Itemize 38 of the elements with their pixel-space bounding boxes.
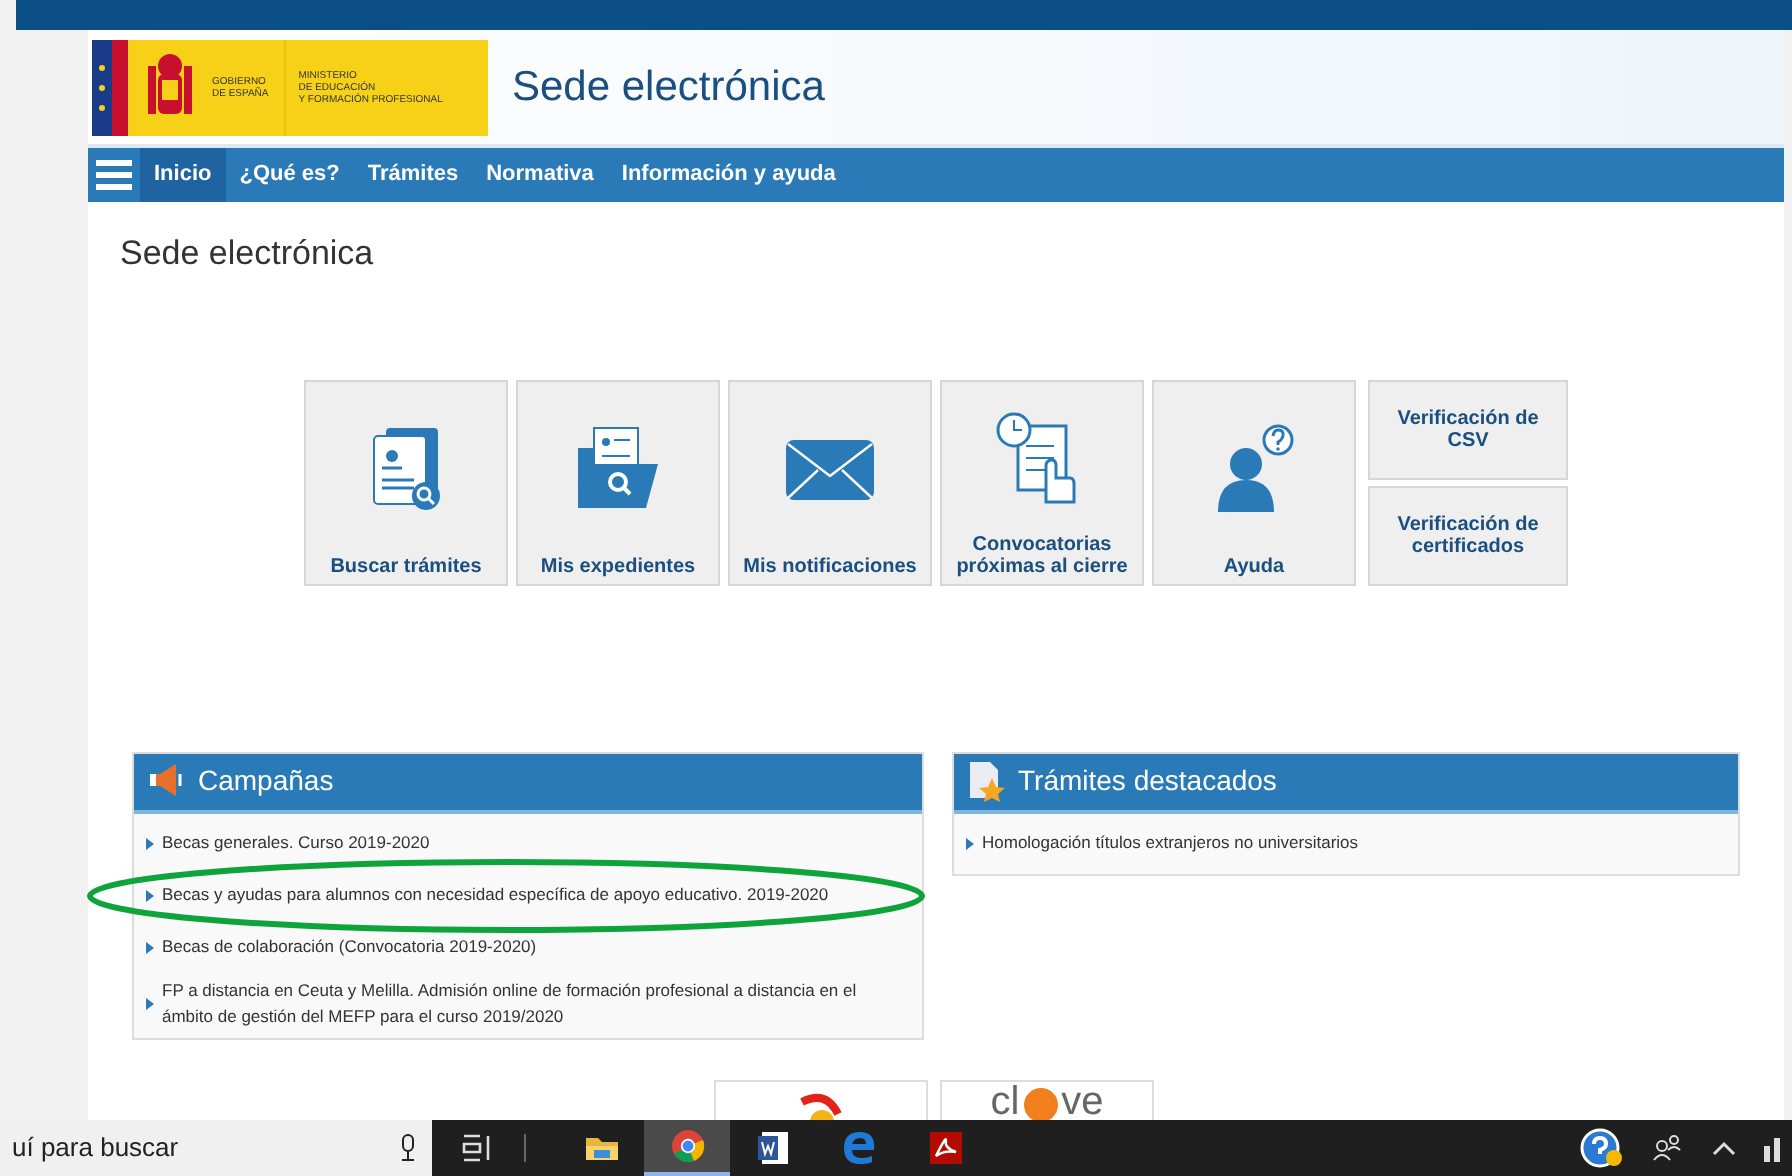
nav-tab[interactable]: Normativa [472,148,608,202]
tile-button[interactable]: Ayuda [1152,379,1356,585]
panel-title: Trámites destacados [1018,762,1277,800]
chrome-icon [667,1126,707,1166]
bullet-icon [146,997,154,1009]
clave-logo: cl ve [940,1080,1154,1120]
nav-tab[interactable]: Información y ayuda [607,148,850,202]
network-icon[interactable] [1764,1134,1780,1162]
verification-button[interactable]: Verificación de certificados [1368,485,1568,585]
people-icon[interactable] [1652,1134,1684,1162]
campaign-link[interactable]: Becas de colaboración (Convocatoria 2019-2020) [162,934,537,960]
document-icon [753,1128,793,1168]
campaign-link[interactable]: FP a distancia en Ceuta y Melilla. Admisión online de formación profesional a distancia en el ámbito de gestión del MEFP para el curso 2019/2020 [162,977,910,1029]
panel-title: Campañas [198,762,334,800]
tile-button[interactable]: Mis expedientes [516,379,720,585]
help-icon[interactable] [1580,1128,1624,1168]
nav-tab[interactable]: Inicio [140,148,226,202]
site-title: Sede electrónica [512,61,825,114]
tile-button[interactable]: Buscar trámites [304,379,508,585]
pdf-icon [925,1128,965,1168]
caret-up-icon[interactable] [1712,1140,1736,1156]
campaign-link[interactable]: Homologación títulos extranjeros no universitarios [982,830,1359,856]
tile-button[interactable]: Mis notificaciones [728,379,932,585]
campaign-link[interactable]: Becas generales. Curso 2019-2020 [162,830,430,856]
search-field[interactable]: uí para buscar [0,1120,432,1176]
page-heading: Sede electrónica [120,232,374,276]
task-view-icon[interactable] [462,1134,494,1162]
bullet-icon [146,837,154,849]
verification-button[interactable]: Verificación de CSV [1368,379,1568,479]
tile-button[interactable]: Convocatorias próximas al cierre [940,379,1144,585]
document-star-icon [966,759,1006,803]
bullet-icon [966,837,974,849]
browser-icon [839,1128,879,1168]
bullet-icon [146,941,154,953]
bullet-icon [146,889,154,901]
microphone-icon[interactable] [400,1134,416,1162]
nav-tab[interactable]: Trámites [353,148,473,202]
nav-tab[interactable]: ¿Qué es? [225,148,354,202]
